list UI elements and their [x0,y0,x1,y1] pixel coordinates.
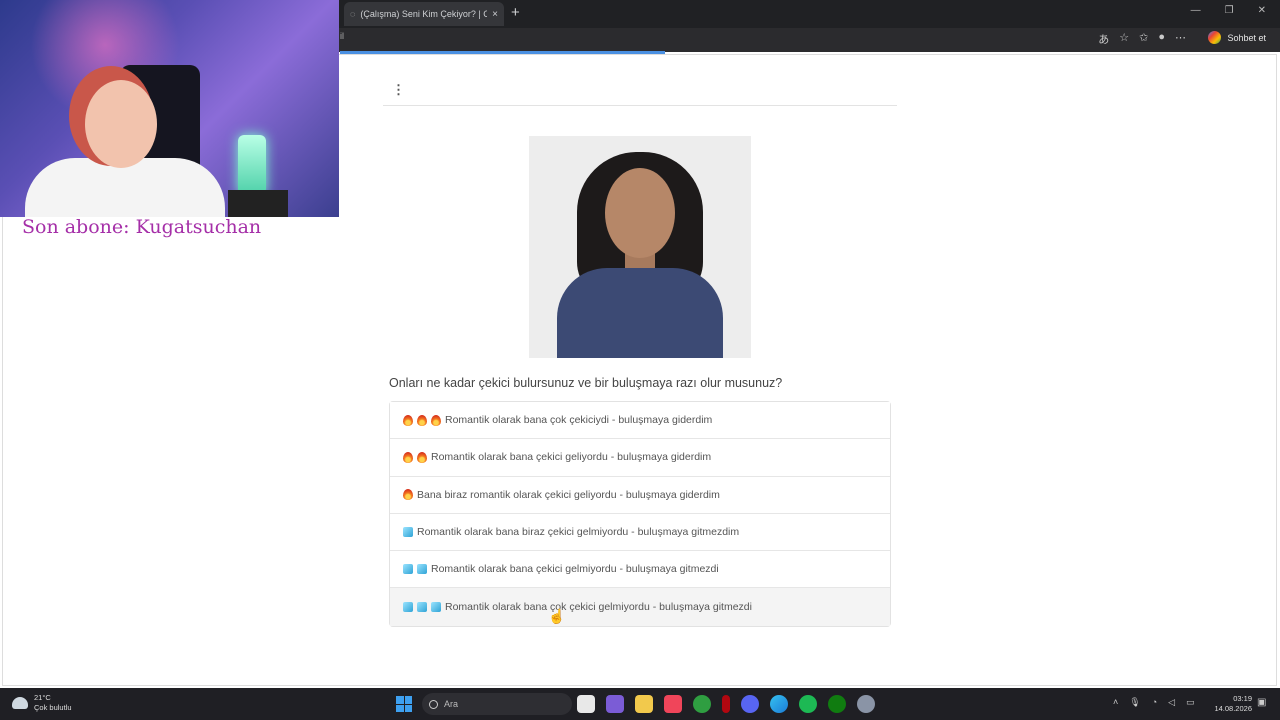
tab-close-icon[interactable]: × [492,9,498,20]
option-emojis [403,414,441,426]
new-tab-button[interactable]: + [511,5,520,21]
toolbar-icons: あ ☆ ✩ ● ⋯ [1098,31,1186,47]
edge-icon[interactable] [770,695,788,713]
answer-options: Romantik olarak bana çok çekiciydi - bul… [389,401,891,627]
search-placeholder: Ara [444,699,459,709]
photo-shirt [557,268,723,358]
option-emojis [403,451,427,463]
option-emojis [403,602,441,613]
option-emojis [403,489,413,501]
spotify-icon[interactable] [799,695,817,713]
taskbar-apps [577,695,875,713]
discord-icon[interactable] [741,695,759,713]
ice-cube-icon [403,564,413,575]
favorites-icon[interactable]: ✩ [1139,31,1148,47]
option-label: Bana biraz romantik olarak çekici geliyo… [417,488,720,501]
fire-icon [417,414,427,426]
start-button-icon[interactable] [396,696,412,712]
taskbar-search[interactable]: Ara [422,693,572,715]
netflix-icon[interactable] [722,695,730,713]
search-icon [429,699,438,709]
minimize-button[interactable]: — [1191,5,1201,16]
folder-icon[interactable] [635,695,653,713]
copilot-icon [1208,31,1222,44]
option-label: Romantik olarak bana biraz çekici gelmiy… [417,526,740,539]
option-label: Romantik olarak bana çok çekiciydi - bul… [445,414,713,427]
photo-face [605,168,675,258]
clock[interactable]: 03:19 14.08.2026 [1206,694,1252,714]
option-6[interactable]: Romantik olarak bana çok çekici gelmiyor… [390,588,890,626]
xbox-app-icon[interactable] [828,695,846,713]
notification-icon[interactable]: ▣ [1257,697,1266,708]
fire-icon [417,451,427,463]
question-text: Onları ne kadar çekici bulursunuz ve bir… [389,376,783,390]
ice-cube-icon [417,564,427,575]
clock-time: 03:19 [1233,694,1252,703]
option-label: Romantik olarak bana çekici gelmiyordu -… [431,563,719,576]
wifi-icon[interactable]: ◔ [1152,697,1157,708]
volume-icon[interactable]: ◁ [1168,697,1175,708]
close-window-button[interactable]: ✕ [1258,5,1266,16]
ice-cube-icon [431,602,441,613]
browser-tab[interactable]: ◌ (Çalışma) Seni Kim Çekiyor? | Clea × [344,2,504,26]
microphone-light [238,135,266,195]
window-controls: — ❐ ✕ [1191,5,1266,16]
music-icon[interactable] [664,695,682,713]
fire-icon [431,414,441,426]
fire-icon [403,414,413,426]
chevron-up-icon[interactable]: ˄ [1113,697,1118,708]
weather-widget[interactable]: 21°C Çok bulutlu [12,693,72,713]
cam-desk [228,190,288,217]
option-1[interactable]: Romantik olarak bana çok çekiciydi - bul… [390,402,890,440]
chat-button[interactable]: Sohbet et [1208,31,1266,44]
option-4[interactable]: Romantik olarak bana biraz çekici gelmiy… [390,513,890,552]
translate-icon[interactable]: あ [1098,31,1109,47]
file-explorer-icon[interactable] [577,695,595,713]
tab-title: (Çalışma) Seni Kim Çekiyor? | Clea [360,9,488,19]
profile-icon[interactable]: ● [1158,31,1165,47]
option-emojis [403,564,427,575]
settings-icon[interactable] [857,695,875,713]
tab-favicon-icon: ◌ [350,9,356,19]
streamer-head [85,80,157,168]
chat-button-label: Sohbet et [1227,32,1266,43]
maximize-button[interactable]: ❐ [1225,5,1234,16]
ice-cube-icon [417,602,427,613]
star-icon[interactable]: ☆ [1119,31,1129,47]
camera-app-icon[interactable] [606,695,624,713]
option-label: Romantik olarak bana çekici geliyordu - … [431,451,712,464]
microphone-icon[interactable]: 🎙 [1129,697,1140,708]
address-bar[interactable]: il [340,31,344,41]
hand-cursor-icon: ☝ [548,608,566,624]
fire-icon [403,489,413,501]
ice-cube-icon [403,602,413,613]
streamer [20,80,225,217]
subject-photo [529,136,751,358]
weather-text: 21°C Çok bulutlu [34,693,72,713]
option-3[interactable]: Bana biraz romantik olarak çekici geliyo… [390,476,890,514]
last-subscriber-label: Son abone: Kugatsuchan [22,216,262,238]
more-icon[interactable]: ⋯ [1175,31,1186,47]
more-options-icon[interactable]: ⋮ [392,82,405,98]
option-emojis [403,527,413,538]
system-tray: ˄ 🎙 ◔ ◁ ▭ [1113,697,1195,708]
webcam-overlay [0,0,339,217]
cloud-icon [12,697,28,709]
battery-icon[interactable]: ▭ [1186,697,1195,708]
xbox-icon[interactable] [693,695,711,713]
option-2[interactable]: Romantik olarak bana çekici geliyordu - … [390,439,890,477]
option-label: Romantik olarak bana çok çekici gelmiyor… [445,601,752,614]
ice-cube-icon [403,527,413,538]
weather-desc: Çok bulutlu [34,703,72,712]
header-divider [383,105,897,106]
option-5[interactable]: Romantik olarak bana çekici gelmiyordu -… [390,551,890,589]
fire-icon [403,451,413,463]
clock-date: 14.08.2026 [1214,704,1252,713]
weather-temp: 21°C [34,693,51,702]
